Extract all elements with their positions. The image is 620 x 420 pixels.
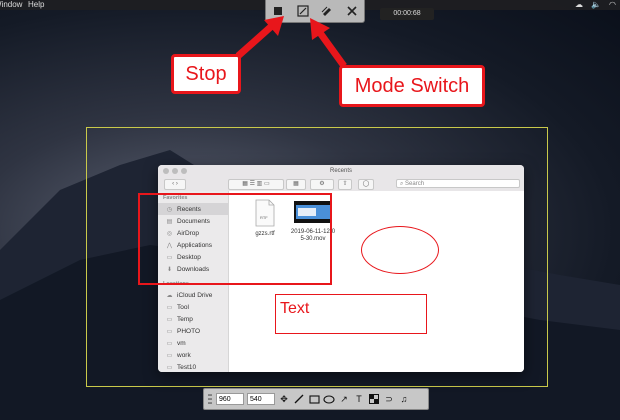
- sidebar-item-temp[interactable]: ▭ Temp: [158, 313, 228, 325]
- width-input[interactable]: [216, 393, 244, 405]
- sidebar-item-work[interactable]: ▭ work: [158, 349, 228, 361]
- text-icon[interactable]: T: [353, 392, 365, 406]
- finder-toolbar: ‹ › ▦ ☰ ▥ ▭ ▦ ⚙ ⇧ ◯ ⌕ Search: [158, 177, 524, 192]
- undo-icon[interactable]: ⊃: [383, 392, 395, 406]
- wifi-icon[interactable]: ◠: [609, 0, 616, 10]
- view-mode-buttons[interactable]: ▦ ☰ ▥ ▭: [228, 179, 284, 190]
- drive-icon: ▭: [166, 304, 173, 311]
- ellipse-icon[interactable]: [323, 392, 335, 406]
- annotation-ellipse[interactable]: [361, 226, 439, 274]
- share-button[interactable]: ⇧: [338, 179, 352, 190]
- drive-icon: ▭: [166, 316, 173, 323]
- cloud-icon[interactable]: ☁: [575, 0, 583, 10]
- search-icon: ⌕: [400, 181, 404, 187]
- close-window-button[interactable]: [163, 168, 169, 174]
- annotation-text: Text: [280, 300, 310, 317]
- drawing-toolbar: ✥ ↗ T ⊃ ♫: [203, 388, 429, 410]
- mode-switch-callout: Mode Switch: [339, 65, 485, 107]
- line-icon[interactable]: [293, 392, 305, 406]
- annotation-text-box[interactable]: Text: [275, 294, 427, 334]
- menu-help[interactable]: Help: [28, 0, 44, 10]
- finder-titlebar: Recents: [158, 165, 524, 177]
- mosaic-icon[interactable]: [368, 392, 380, 406]
- sidebar-item-test10[interactable]: ▭ Test10: [158, 361, 228, 372]
- sidebar-item-photo[interactable]: ▭ PHOTO: [158, 325, 228, 337]
- drive-icon: ▭: [166, 340, 173, 347]
- cloud-icon: ☁: [166, 292, 173, 299]
- group-button[interactable]: ▦: [286, 179, 306, 190]
- menu-window[interactable]: Window: [0, 0, 22, 10]
- mode-switch-arrow: [310, 18, 347, 69]
- rectangle-icon[interactable]: [308, 392, 320, 406]
- search-field[interactable]: ⌕ Search: [396, 179, 520, 188]
- sidebar-item-tool[interactable]: ▭ Tool: [158, 301, 228, 313]
- action-gear-button[interactable]: ⚙: [310, 179, 334, 190]
- drag-handle-icon[interactable]: [207, 392, 213, 406]
- save-icon[interactable]: ♫: [398, 392, 410, 406]
- drive-icon: ▭: [166, 328, 173, 335]
- search-placeholder: Search: [405, 181, 425, 187]
- drive-icon: ▭: [166, 364, 173, 371]
- speaker-icon[interactable]: 🔈: [591, 0, 601, 10]
- height-input[interactable]: [247, 393, 275, 405]
- drive-icon: ▭: [166, 352, 173, 359]
- annotation-rectangle[interactable]: [138, 193, 332, 285]
- tags-button[interactable]: ◯: [358, 179, 374, 190]
- move-icon[interactable]: ✥: [278, 392, 290, 406]
- finder-title: Recents: [329, 168, 352, 174]
- sidebar-item-vm[interactable]: ▭ vm: [158, 337, 228, 349]
- stop-callout: Stop: [171, 54, 241, 94]
- minimize-window-button[interactable]: [172, 168, 178, 174]
- arrow-icon[interactable]: ↗: [338, 392, 350, 406]
- sidebar-item-icloud-drive[interactable]: ☁ iCloud Drive: [158, 289, 228, 301]
- back-forward-button[interactable]: ‹ ›: [164, 179, 186, 190]
- recording-timer: 00:00:68: [380, 8, 434, 20]
- zoom-window-button[interactable]: [181, 168, 187, 174]
